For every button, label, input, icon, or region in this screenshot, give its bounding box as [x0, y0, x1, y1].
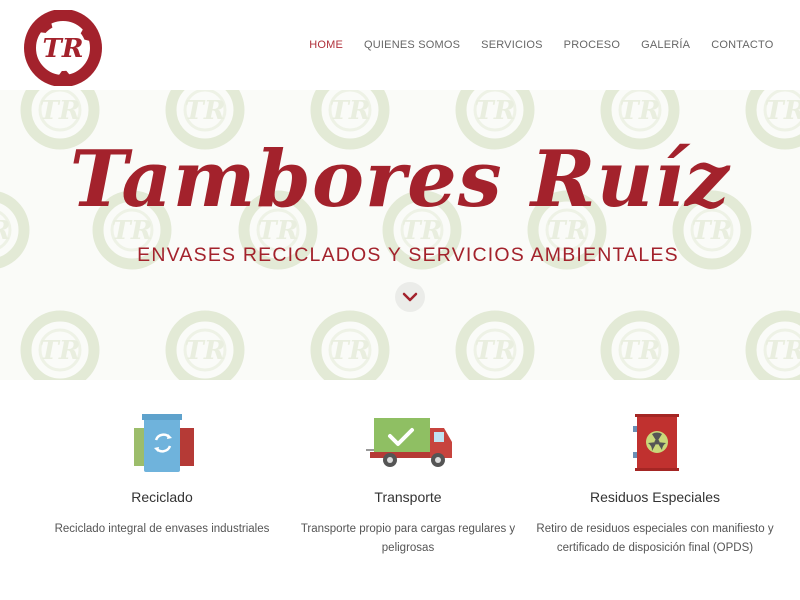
nav-servicios[interactable]: SERVICIOS: [471, 38, 554, 52]
service-title: Transporte: [374, 489, 442, 505]
service-description: Reciclado integral de envases industrial…: [54, 523, 270, 535]
service-title: Residuos Especiales: [590, 489, 720, 505]
hero-title: Tambores Ruíz: [69, 134, 731, 225]
hero-banner: TR Tambores Ruíz ENVASES RECICLADOS Y SE…: [0, 90, 800, 380]
svg-text:TR: TR: [43, 34, 84, 64]
chevron-down-icon: [402, 292, 418, 302]
nav-quienes-somos[interactable]: QUIENES SOMOS: [354, 38, 471, 52]
delivery-truck-icon: [366, 410, 456, 474]
site-header: TR HOME QUIENES SOMOS SERVICIOS PROCESO …: [0, 0, 800, 90]
nav-galeria[interactable]: GALERÍA: [631, 38, 701, 52]
service-description: Transporte propio para cargas regulares …: [300, 523, 516, 554]
nav-contacto[interactable]: CONTACTO: [701, 38, 784, 52]
services-section: Reciclado Reciclado integral de envases …: [0, 380, 800, 600]
service-description: Retiro de residuos especiales con manifi…: [536, 523, 774, 554]
hazard-barrel-icon: [625, 410, 689, 474]
hero-subtitle: ENVASES RECICLADOS Y SERVICIOS AMBIENTAL…: [137, 244, 679, 266]
nav-proceso[interactable]: PROCESO: [553, 38, 630, 52]
scroll-down-button[interactable]: [395, 282, 425, 312]
service-title: Reciclado: [131, 489, 193, 505]
nav-home[interactable]: HOME: [299, 38, 354, 52]
main-nav: HOME QUIENES SOMOS SERVICIOS PROCESO GAL…: [299, 38, 784, 52]
tambores-ruiz-logo[interactable]: TR: [24, 9, 102, 87]
recycling-bins-icon: [132, 410, 196, 474]
